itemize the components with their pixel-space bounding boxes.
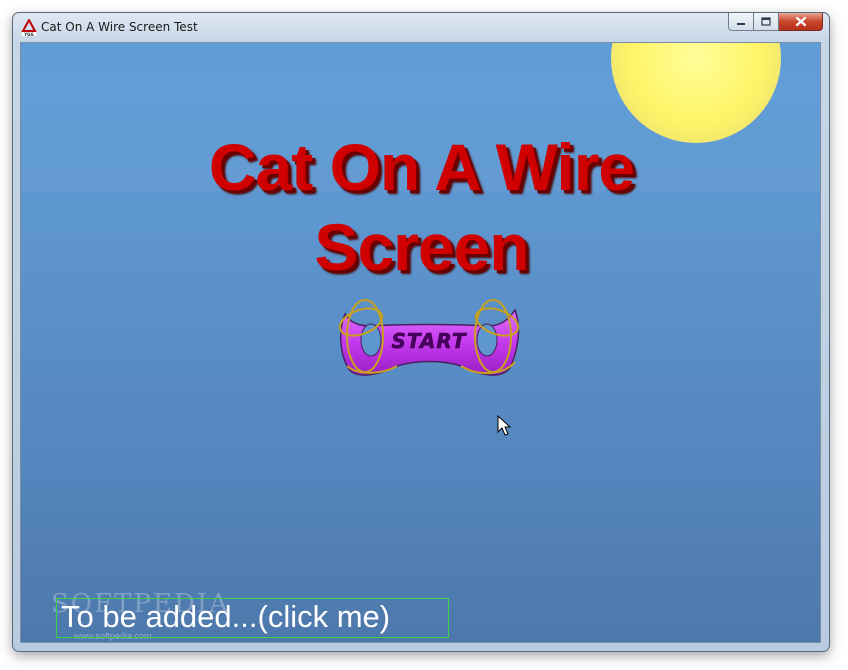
game-canvas[interactable]: Cat On A Wire Screen START SOFTPEDIA www… [20,42,821,643]
game-title-line2: Screen [314,210,529,284]
app-window: YGG Cat On A Wire Screen Test Cat On A W… [12,12,830,652]
maximize-button[interactable] [754,13,779,31]
window-controls [728,13,823,33]
start-label: START [391,329,467,354]
start-button[interactable]: START [331,296,527,386]
game-title-line1: Cat On A Wire [208,130,635,204]
mouse-cursor-icon [497,415,511,436]
app-icon: YGG [21,19,37,37]
maximize-icon [761,17,771,26]
svg-text:YGG: YGG [23,32,33,37]
minimize-button[interactable] [728,13,754,31]
title-bar[interactable]: YGG Cat On A Wire Screen Test [13,13,829,43]
window-title: Cat On A Wire Screen Test [41,20,198,34]
to-be-added-button[interactable]: To be added...(click me) [56,598,449,638]
close-icon [795,16,806,27]
close-button[interactable] [779,13,823,31]
minimize-icon [737,22,745,25]
sun [611,43,781,143]
